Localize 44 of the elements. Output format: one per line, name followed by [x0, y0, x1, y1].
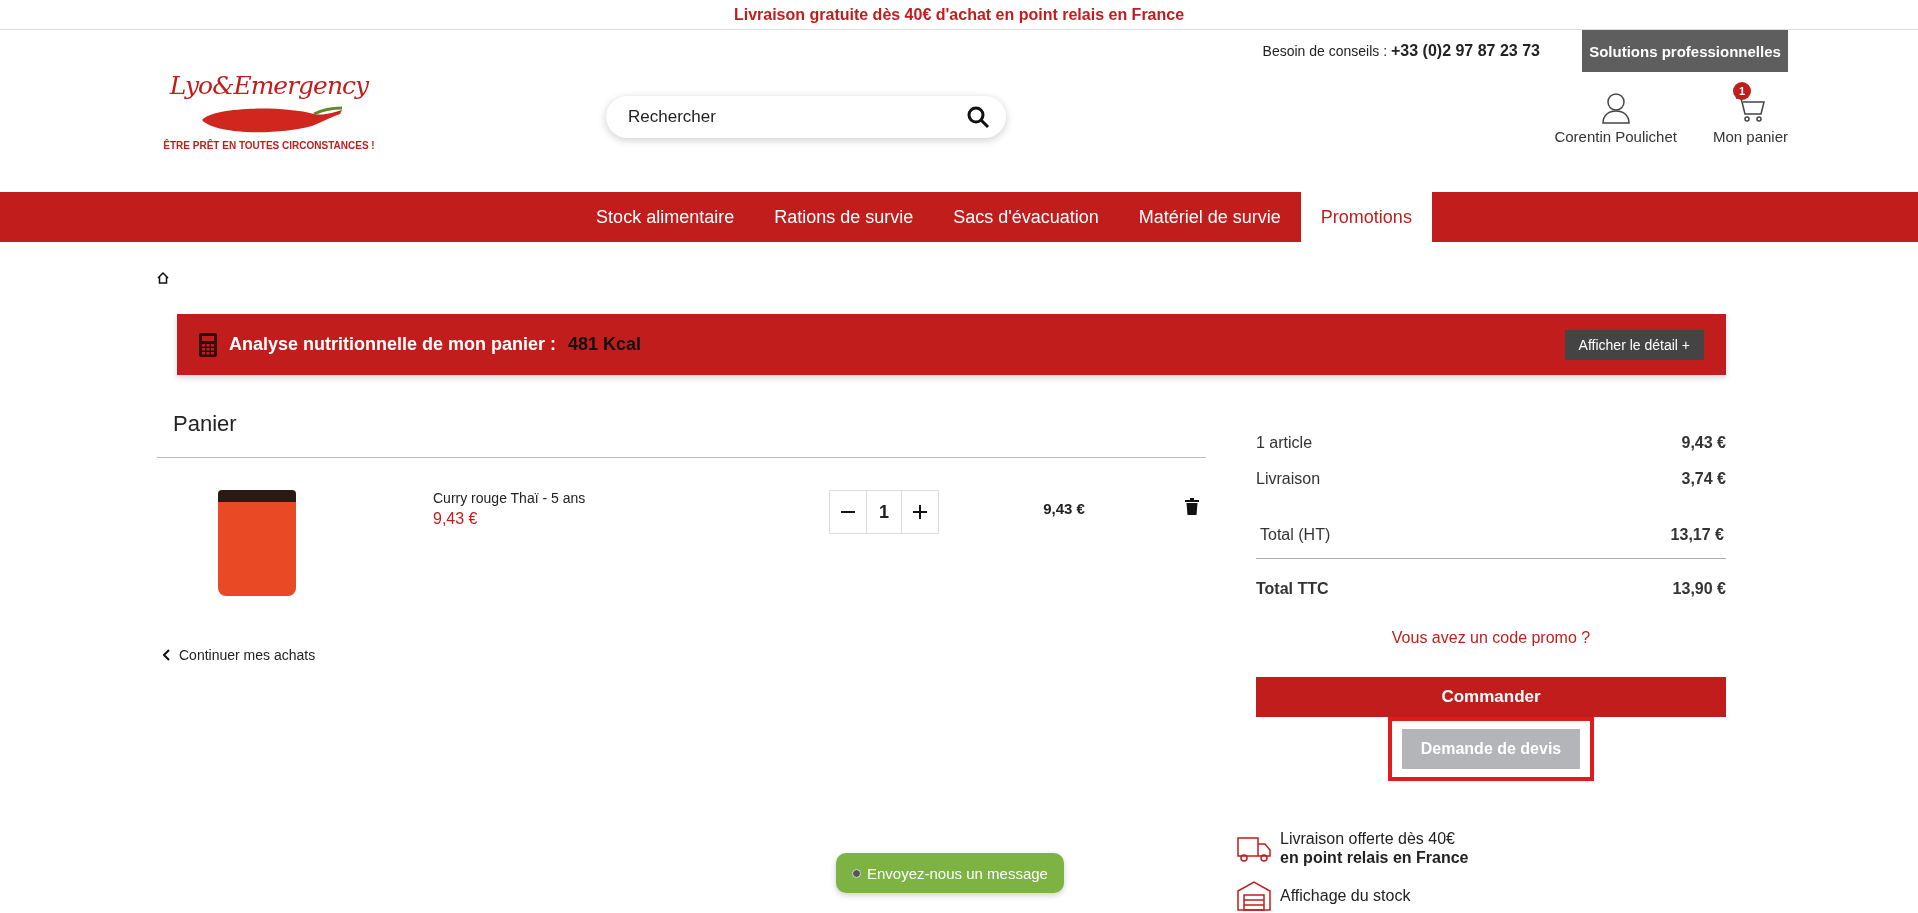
summary-label: Total TTC	[1256, 580, 1329, 598]
continue-shopping-link[interactable]: Continuer mes achats	[163, 647, 316, 663]
nav-tab[interactable]: Matériel de survie	[1118, 192, 1301, 242]
kcal-value: 481 Kcal	[568, 334, 643, 355]
chevron-left-icon	[163, 649, 171, 661]
cart-count-badge: 1	[1732, 82, 1751, 100]
product-unit-price: 9,43 €	[433, 510, 479, 528]
announcement-text: Livraison gratuite dès 40€ d'achat en point relais en France	[733, 5, 1185, 24]
minus-icon	[840, 511, 856, 513]
search-field[interactable]: Rechercher	[626, 106, 966, 128]
advantage-text: Affichage du stock	[1280, 885, 1411, 905]
cart-link[interactable]: 1 Mon panier	[1712, 82, 1788, 145]
cart-title: Panier	[173, 411, 238, 438]
pro-solutions-button[interactable]: Solutions professionnelles	[1582, 30, 1788, 72]
advantage-text: en point relais en France	[1280, 848, 1469, 868]
nav-tab[interactable]: Sacs d'évacuation	[933, 192, 1119, 242]
calculator-icon	[199, 332, 217, 357]
home-icon[interactable]	[157, 272, 169, 284]
user-icon	[1600, 92, 1631, 124]
search-icon[interactable]	[966, 105, 990, 129]
summary-value: 13,17 €	[1670, 526, 1724, 544]
trash-icon	[1185, 498, 1199, 515]
advantage-text: Livraison offerte dès 40€	[1280, 829, 1456, 849]
help-phone-text: Besoin de conseils : +33 (0)2 97 87 23 73	[1262, 42, 1540, 60]
warehouse-icon	[1236, 879, 1272, 912]
nav-tab[interactable]: Stock alimentaire	[576, 192, 755, 242]
plus-icon	[912, 504, 928, 520]
summary-label: Total (HT)	[1260, 526, 1331, 544]
status-dot-icon	[852, 868, 861, 878]
line-total: 9,43 €	[1042, 499, 1086, 517]
summary-label: Livraison	[1256, 470, 1321, 488]
product-name: Curry rouge Thaï - 5 ans	[433, 490, 587, 506]
nav-tab[interactable]: Rations de survie	[754, 192, 934, 242]
show-detail-button[interactable]: Afficher le détail +	[1564, 329, 1704, 360]
order-button[interactable]: Commander	[1256, 677, 1726, 717]
summary-value: 3,74 €	[1681, 470, 1726, 488]
summary-label: 1 article	[1256, 434, 1313, 452]
promo-code-link[interactable]: Vous avez un code promo ?	[1256, 629, 1726, 647]
summary-value: 9,43 €	[1681, 434, 1726, 452]
summary-value: 13,90 €	[1672, 580, 1726, 598]
nutrition-label: Analyse nutritionnelle de mon panier :	[229, 334, 557, 355]
nav-tab[interactable]: Promotions	[1300, 192, 1432, 242]
account-link[interactable]: Corentin Poulichet	[1554, 82, 1677, 145]
logo[interactable]: Lyo&Emergency ÊTRE PRÊT EN TOUTES CIRCONSTANCES !	[164, 71, 374, 151]
